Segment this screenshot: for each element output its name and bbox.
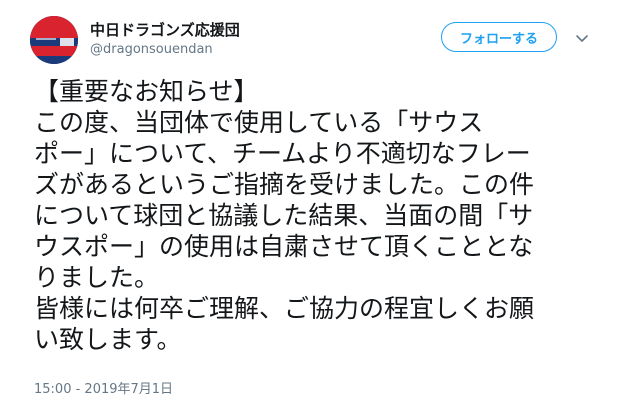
- display-name[interactable]: 中日ドラゴンズ応援団: [90, 19, 240, 40]
- tweet-timestamp[interactable]: 15:00 - 2019年7月1日: [34, 378, 173, 397]
- tweet-text: 【重要なお知らせ】 この度、当団体で使用している「サウス ポー」について、チーム…: [34, 77, 535, 354]
- avatar[interactable]: [30, 16, 78, 64]
- tweet-header: 中日ドラゴンズ応援団 @dragonsouendan フォローする: [30, 16, 590, 66]
- handle[interactable]: @dragonsouendan: [90, 42, 213, 57]
- follow-button[interactable]: フォローする: [441, 22, 557, 52]
- chevron-down-icon[interactable]: [574, 30, 590, 46]
- avatar-image: [30, 16, 78, 64]
